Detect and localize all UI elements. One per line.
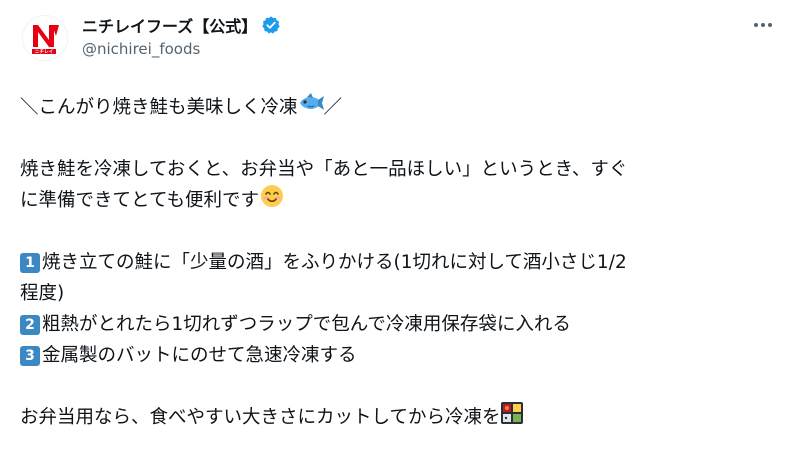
step-1-line-2: 程度) <box>20 278 786 309</box>
step-1-text: 焼き立ての鮭に「少量の酒」をふりかける(1切れに対して酒小さじ1/2 <box>42 252 627 273</box>
fish-emoji <box>298 92 324 124</box>
keycap-3-icon: 3 <box>20 345 40 366</box>
account-names: ニチレイフーズ【公式】 @nichirei_foods <box>82 13 281 58</box>
smiling-face-emoji <box>259 183 285 219</box>
tweet-text: ＼こんがり焼き鮭も美味しく冷凍 ／ 焼き鮭を冷凍しておくと、お弁当や「あと一品ほ… <box>20 92 786 433</box>
more-options-button[interactable] <box>746 13 780 37</box>
nichirei-logo-icon: ニチレイ <box>23 16 67 60</box>
headline-end: ／ <box>323 97 343 118</box>
keycap-1-icon: 1 <box>20 252 40 273</box>
headline-text: ＼こんがり焼き鮭も美味しく冷凍 <box>20 97 298 118</box>
step-2-line: 2 粗熱がとれたら1切れずつラップで包んで冷凍用保存袋に入れる <box>20 309 786 340</box>
display-name[interactable]: ニチレイフーズ【公式】 <box>82 13 257 37</box>
step-1-line-1: 1 焼き立ての鮭に「少量の酒」をふりかける(1切れに対して酒小さじ1/2 <box>20 247 786 278</box>
intro-line-1: 焼き鮭を冷凍しておくと、お弁当や「あと一品ほしい」というとき、すぐ <box>20 154 786 185</box>
step-3-text: 金属製のバットにのせて急速冷凍する <box>42 345 357 366</box>
keycap-2-icon: 2 <box>20 314 40 335</box>
more-options-icon <box>754 23 772 27</box>
bento-box-emoji <box>500 401 524 435</box>
verified-badge-icon[interactable] <box>261 15 281 35</box>
intro-text-1: 焼き鮭を冷凍しておくと、お弁当や「あと一品ほしい」というとき、すぐ <box>20 159 628 180</box>
headline-line: ＼こんがり焼き鮭も美味しく冷凍 ／ <box>20 92 786 123</box>
avatar-logo-text: ニチレイ <box>35 49 54 55</box>
step-3-line: 3 金属製のバットにのせて急速冷凍する <box>20 340 786 371</box>
step-2-text: 粗熱がとれたら1切れずつラップで包んで冷凍用保存袋に入れる <box>42 314 571 335</box>
intro-text-2: に準備できてとても便利です <box>20 190 260 211</box>
account-handle[interactable]: @nichirei_foods <box>82 40 281 58</box>
closing-text: お弁当用なら、食べやすい大きさにカットしてから冷凍を <box>20 407 501 428</box>
display-name-row: ニチレイフーズ【公式】 <box>82 13 281 37</box>
tweet-card: ニチレイ ニチレイフーズ【公式】 @nichirei_foods ＼こんがり焼き… <box>0 0 806 474</box>
closing-line: お弁当用なら、食べやすい大きさにカットしてから冷凍を <box>20 401 786 435</box>
tweet-header: ニチレイ ニチレイフーズ【公式】 @nichirei_foods <box>22 13 786 65</box>
step-1-text-cont: 程度) <box>20 283 65 304</box>
avatar[interactable]: ニチレイ <box>22 15 68 61</box>
intro-line-2: に準備できてとても便利です <box>20 183 786 219</box>
